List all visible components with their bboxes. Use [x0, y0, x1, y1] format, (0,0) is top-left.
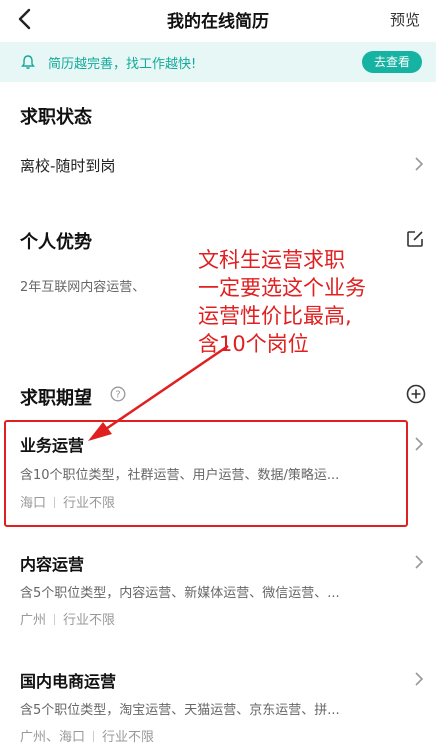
expectations-title: 求职期望	[20, 388, 92, 409]
job-location-row: 广州、海口 行业不限	[20, 726, 154, 745]
chevron-right-icon[interactable]	[414, 436, 424, 452]
job-industry: 行业不限	[102, 730, 155, 745]
job-industry: 行业不限	[63, 496, 116, 511]
job-types: 含10个职位类型，社群运营、用户运营、数据/策略运...	[20, 468, 340, 483]
job-types: 含5个职位类型，内容运营、新媒体运营、微信运营、...	[20, 586, 340, 601]
job-types: 含5个职位类型，淘宝运营、天猫运营、京东运营、拼...	[20, 703, 340, 718]
job-location: 广州、海口	[20, 730, 86, 745]
job-location: 广州	[20, 613, 47, 628]
divider	[93, 731, 95, 742]
chevron-right-icon[interactable]	[414, 671, 424, 687]
add-icon[interactable]	[406, 384, 426, 404]
divider	[54, 497, 56, 508]
job-industry: 行业不限	[63, 613, 116, 628]
annotation-arrow	[88, 344, 229, 441]
help-icon[interactable]: ?	[110, 386, 126, 402]
job-title: 内容运营	[20, 555, 85, 574]
svg-text:?: ?	[115, 390, 120, 401]
job-title: 国内电商运营	[20, 672, 117, 691]
job-location-row: 海口 行业不限	[20, 492, 115, 511]
divider	[54, 614, 56, 625]
job-location: 海口	[20, 496, 47, 511]
job-title: 业务运营	[20, 436, 85, 455]
job-location-row: 广州 行业不限	[20, 609, 115, 628]
chevron-right-icon[interactable]	[414, 554, 424, 570]
